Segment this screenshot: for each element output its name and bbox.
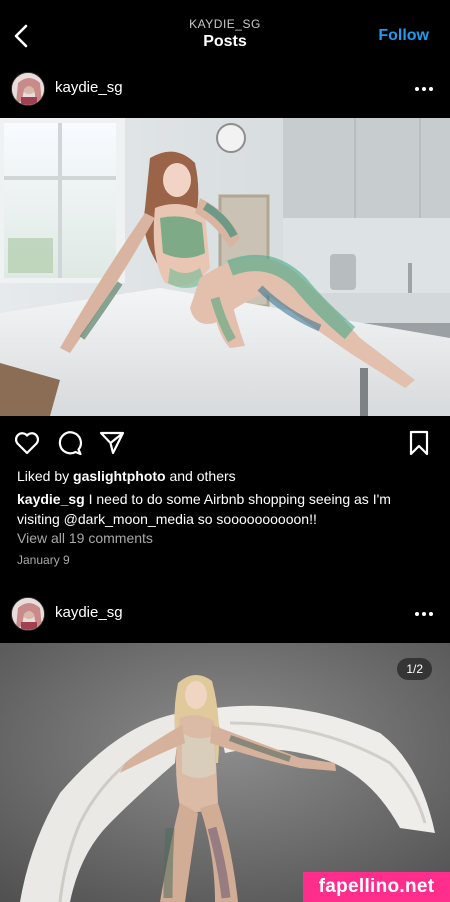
view-comments-link[interactable]: View all 19 comments [17,530,153,546]
share-button[interactable] [98,429,126,457]
likes-suffix: and others [165,468,236,484]
comment-icon [58,431,82,456]
post-image[interactable] [0,118,450,416]
more-options-button[interactable] [412,602,436,626]
likes-summary: Liked by gaslightphoto and others [17,468,236,484]
post-caption: kaydie_sg I need to do some Airbnb shopp… [17,489,437,529]
post-username[interactable]: kaydie_sg [55,79,123,96]
liked-by-user[interactable]: gaslightphoto [73,468,166,484]
post-header: kaydie_sg [0,60,450,118]
like-button[interactable] [13,429,41,457]
comment-button[interactable] [56,429,84,457]
follow-button[interactable]: Follow [378,27,429,45]
post-date: January 9 [17,553,70,567]
top-nav-bar: KAYDIE_SG Posts Follow [0,0,450,60]
media-counter-badge: 1/2 [397,658,432,680]
post-username[interactable]: kaydie_sg [55,604,123,621]
likes-prefix: Liked by [17,468,74,484]
watermark: fapellino.net [303,872,450,902]
caption-username[interactable]: kaydie_sg [17,491,85,507]
post-action-bar [0,416,450,470]
post-image[interactable] [0,643,450,902]
more-options-button[interactable] [412,77,436,101]
post-header: kaydie_sg [0,585,450,643]
bookmark-icon [409,430,429,456]
more-horizontal-icon [415,612,433,616]
avatar[interactable] [11,72,45,106]
save-button[interactable] [405,429,433,457]
send-icon [99,431,125,455]
heart-icon [14,432,40,455]
avatar[interactable] [11,597,45,631]
more-horizontal-icon [415,87,433,91]
